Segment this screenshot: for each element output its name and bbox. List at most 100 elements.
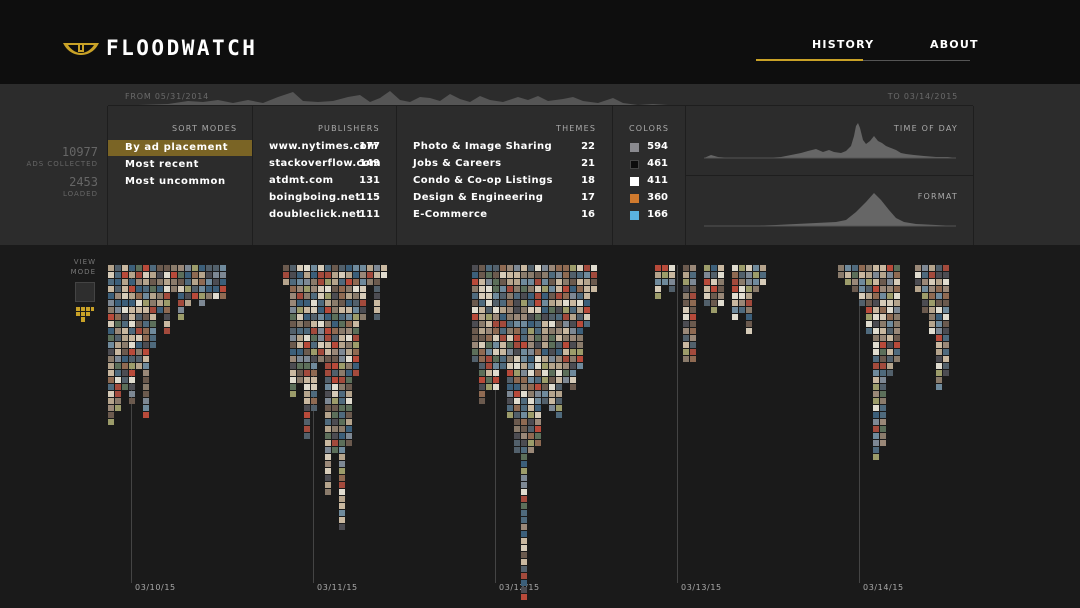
ad-thumbnail[interactable] bbox=[493, 293, 499, 299]
ad-thumbnail[interactable] bbox=[528, 440, 534, 446]
ad-thumbnail[interactable] bbox=[880, 342, 886, 348]
ad-thumbnail[interactable] bbox=[521, 286, 527, 292]
ad-thumbnail[interactable] bbox=[304, 272, 310, 278]
ad-thumbnail[interactable] bbox=[528, 356, 534, 362]
ad-thumbnail[interactable] bbox=[669, 279, 675, 285]
ad-thumbnail[interactable] bbox=[339, 426, 345, 432]
ad-thumbnail[interactable] bbox=[943, 279, 949, 285]
ad-thumbnail[interactable] bbox=[150, 286, 156, 292]
ad-thumbnail[interactable] bbox=[311, 370, 317, 376]
ad-thumbnail[interactable] bbox=[171, 286, 177, 292]
theme-name[interactable]: Jobs & Careers bbox=[413, 158, 501, 169]
ad-thumbnail[interactable] bbox=[122, 356, 128, 362]
ad-thumbnail[interactable] bbox=[584, 293, 590, 299]
ad-thumbnail[interactable] bbox=[746, 286, 752, 292]
ad-thumbnail[interactable] bbox=[122, 370, 128, 376]
ad-thumbnail[interactable] bbox=[556, 398, 562, 404]
ad-thumbnail[interactable] bbox=[374, 314, 380, 320]
ad-thumbnail[interactable] bbox=[486, 370, 492, 376]
ad-thumbnail[interactable] bbox=[683, 286, 689, 292]
ad-thumbnail[interactable] bbox=[192, 265, 198, 271]
ad-thumbnail[interactable] bbox=[521, 552, 527, 558]
ad-thumbnail[interactable] bbox=[136, 342, 142, 348]
ad-thumbnail[interactable] bbox=[122, 307, 128, 313]
ad-thumbnail[interactable] bbox=[353, 307, 359, 313]
ad-thumbnail[interactable] bbox=[683, 335, 689, 341]
ad-thumbnail[interactable] bbox=[866, 286, 872, 292]
ad-thumbnail[interactable] bbox=[192, 279, 198, 285]
ad-thumbnail[interactable] bbox=[325, 321, 331, 327]
ad-thumbnail[interactable] bbox=[486, 272, 492, 278]
ad-thumbnail[interactable] bbox=[880, 412, 886, 418]
ad-thumbnail[interactable] bbox=[339, 328, 345, 334]
ad-thumbnail[interactable] bbox=[339, 433, 345, 439]
ad-thumbnail[interactable] bbox=[922, 286, 928, 292]
ad-thumbnail[interactable] bbox=[360, 265, 366, 271]
ad-thumbnail[interactable] bbox=[514, 349, 520, 355]
ad-thumbnail[interactable] bbox=[873, 370, 879, 376]
ad-thumbnail[interactable] bbox=[311, 384, 317, 390]
ad-thumbnail[interactable] bbox=[549, 307, 555, 313]
ad-thumbnail[interactable] bbox=[486, 342, 492, 348]
ad-thumbnail[interactable] bbox=[143, 384, 149, 390]
ad-thumbnail[interactable] bbox=[486, 300, 492, 306]
ad-thumbnail[interactable] bbox=[318, 349, 324, 355]
ad-thumbnail[interactable] bbox=[290, 279, 296, 285]
ad-thumbnail[interactable] bbox=[213, 272, 219, 278]
ad-thumbnail[interactable] bbox=[549, 356, 555, 362]
ad-thumbnail[interactable] bbox=[143, 335, 149, 341]
ad-thumbnail[interactable] bbox=[304, 405, 310, 411]
ad-thumbnail[interactable] bbox=[325, 398, 331, 404]
ad-thumbnail[interactable] bbox=[873, 398, 879, 404]
ad-thumbnail[interactable] bbox=[936, 384, 942, 390]
ad-thumbnail[interactable] bbox=[325, 363, 331, 369]
ad-thumbnail[interactable] bbox=[479, 265, 485, 271]
ad-thumbnail[interactable] bbox=[584, 279, 590, 285]
ad-thumbnail[interactable] bbox=[486, 377, 492, 383]
ad-thumbnail[interactable] bbox=[563, 307, 569, 313]
ad-thumbnail[interactable] bbox=[549, 398, 555, 404]
ad-thumbnail[interactable] bbox=[591, 265, 597, 271]
ad-thumbnail[interactable] bbox=[732, 300, 738, 306]
ad-thumbnail[interactable] bbox=[108, 300, 114, 306]
ad-thumbnail[interactable] bbox=[325, 384, 331, 390]
ad-thumbnail[interactable] bbox=[220, 272, 226, 278]
ad-thumbnail[interactable] bbox=[493, 377, 499, 383]
ad-thumbnail[interactable] bbox=[108, 321, 114, 327]
ad-thumbnail[interactable] bbox=[753, 286, 759, 292]
ad-thumbnail[interactable] bbox=[570, 370, 576, 376]
ad-thumbnail[interactable] bbox=[339, 510, 345, 516]
ad-thumbnail[interactable] bbox=[528, 335, 534, 341]
grid-view-icon[interactable] bbox=[75, 305, 95, 325]
theme-name[interactable]: Design & Engineering bbox=[413, 192, 543, 203]
ad-thumbnail[interactable] bbox=[535, 440, 541, 446]
ad-thumbnail[interactable] bbox=[115, 279, 121, 285]
ad-thumbnail[interactable] bbox=[220, 286, 226, 292]
ad-thumbnail[interactable] bbox=[486, 356, 492, 362]
ad-thumbnail[interactable] bbox=[332, 335, 338, 341]
ad-thumbnail[interactable] bbox=[325, 377, 331, 383]
ad-thumbnail[interactable] bbox=[311, 293, 317, 299]
ad-thumbnail[interactable] bbox=[542, 265, 548, 271]
ad-thumbnail[interactable] bbox=[922, 279, 928, 285]
ad-thumbnail[interactable] bbox=[943, 370, 949, 376]
ad-thumbnail[interactable] bbox=[894, 293, 900, 299]
ad-thumbnail[interactable] bbox=[880, 335, 886, 341]
ad-thumbnail[interactable] bbox=[535, 335, 541, 341]
ad-thumbnail[interactable] bbox=[143, 356, 149, 362]
ad-thumbnail[interactable] bbox=[866, 279, 872, 285]
ad-thumbnail[interactable] bbox=[746, 300, 752, 306]
ad-thumbnail[interactable] bbox=[873, 328, 879, 334]
ad-thumbnail[interactable] bbox=[704, 300, 710, 306]
ad-thumbnail[interactable] bbox=[283, 279, 289, 285]
ad-thumbnail[interactable] bbox=[339, 349, 345, 355]
ad-thumbnail[interactable] bbox=[528, 307, 534, 313]
ad-thumbnail[interactable] bbox=[894, 272, 900, 278]
ad-thumbnail[interactable] bbox=[535, 391, 541, 397]
ad-thumbnail[interactable] bbox=[346, 349, 352, 355]
ad-thumbnail[interactable] bbox=[493, 265, 499, 271]
ad-thumbnail[interactable] bbox=[297, 314, 303, 320]
ad-thumbnail[interactable] bbox=[122, 272, 128, 278]
ad-thumbnail[interactable] bbox=[122, 342, 128, 348]
ad-thumbnail[interactable] bbox=[556, 300, 562, 306]
